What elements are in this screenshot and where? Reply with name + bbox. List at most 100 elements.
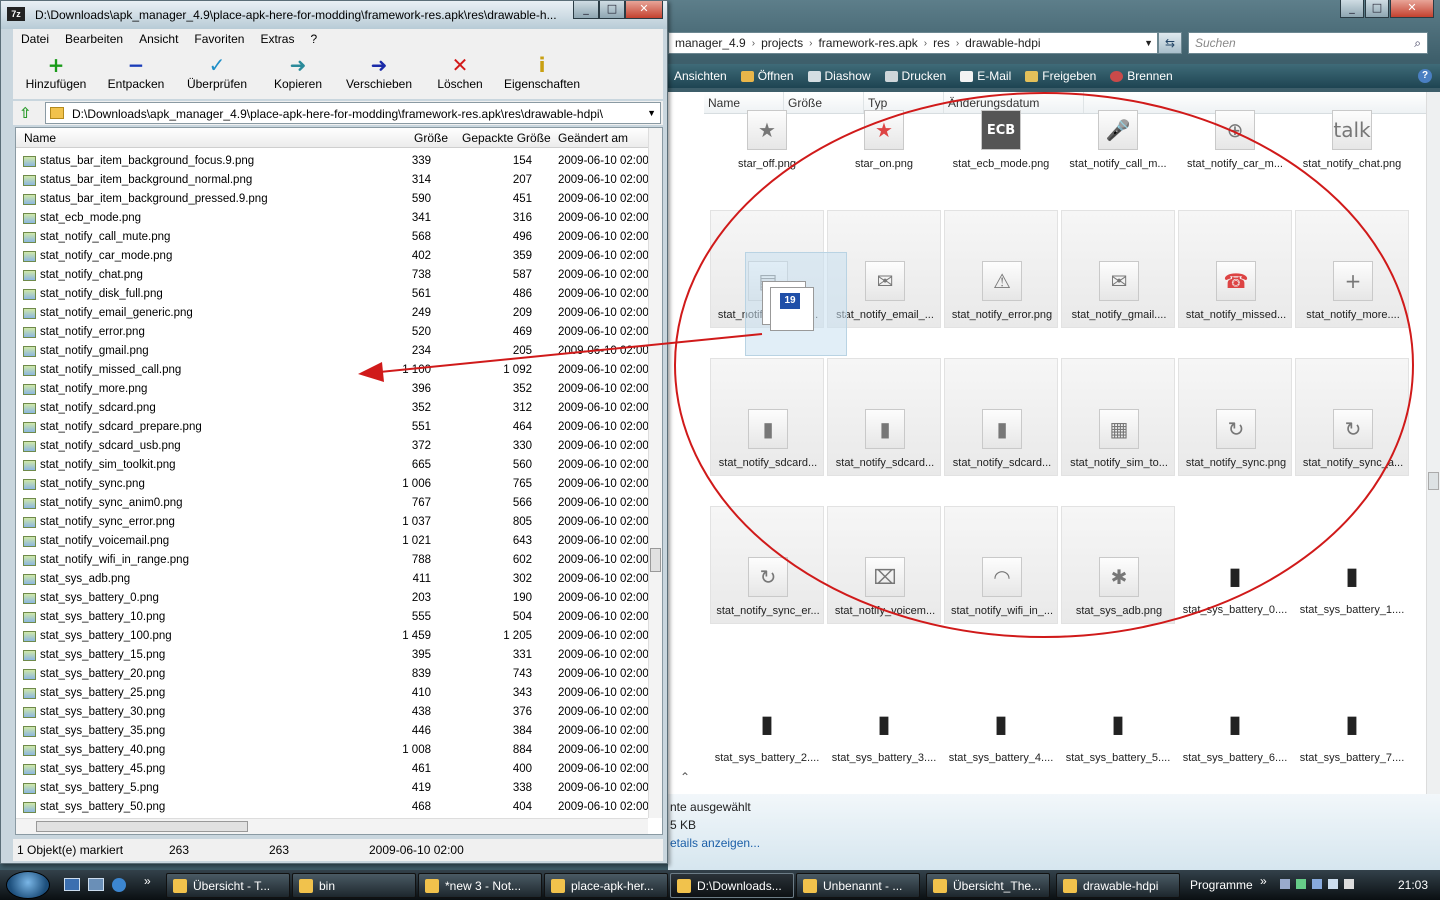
- file-row[interactable]: stat_notify_email_generic.png 249 209 2009-…: [16, 304, 649, 323]
- start-button[interactable]: [6, 871, 50, 899]
- file-tile[interactable]: ★ star_off.png: [710, 60, 824, 178]
- file-tile[interactable]: ↻ stat_notify_sync_a...: [1295, 358, 1409, 476]
- taskbar-button[interactable]: Übersicht - T...: [166, 873, 290, 898]
- menu-help[interactable]: ?: [302, 32, 325, 46]
- file-row[interactable]: stat_sys_adb.png 411 302 2009-06-10 02:00: [16, 570, 649, 589]
- switch-windows-icon[interactable]: [88, 878, 104, 891]
- file-tile[interactable]: ↻ stat_notify_sync_er...: [710, 506, 824, 624]
- menu-favorites[interactable]: Favoriten: [186, 32, 252, 46]
- file-row[interactable]: stat_notify_sim_toolkit.png 665 560 2009-06…: [16, 456, 649, 475]
- menu-edit[interactable]: Bearbeiten: [57, 32, 131, 46]
- breadcrumb-item[interactable]: drawable-hdpi: [959, 36, 1046, 50]
- file-tile[interactable]: ▦ stat_notify_sim_to...: [1061, 358, 1175, 476]
- file-row[interactable]: stat_notify_sync.png 1 006 765 2009-06-10 0…: [16, 475, 649, 494]
- programs-toolbar[interactable]: Programme: [1190, 878, 1253, 892]
- help-icon[interactable]: ?: [1418, 69, 1432, 83]
- taskbar-button[interactable]: bin: [292, 873, 416, 898]
- breadcrumb-item[interactable]: manager_4.9: [669, 36, 752, 50]
- taskbar-button[interactable]: drawable-hdpi: [1056, 873, 1180, 898]
- column-name[interactable]: Name: [24, 131, 56, 145]
- file-tile[interactable]: ◠ stat_notify_wifi_in_...: [944, 506, 1058, 624]
- taskbar-button[interactable]: Übersicht_The...: [926, 873, 1050, 898]
- file-row[interactable]: stat_notify_call_mute.png 568 496 2009-06-1…: [16, 228, 649, 247]
- folder-up-icon[interactable]: ⇧: [19, 104, 37, 122]
- volume-icon[interactable]: [1344, 879, 1354, 889]
- chevron-down-icon[interactable]: ▼: [1144, 38, 1153, 48]
- file-row[interactable]: status_bar_item_background_focus.9.png 33…: [16, 152, 649, 171]
- menu-extras[interactable]: Extras: [252, 32, 302, 46]
- column-size[interactable]: Größe: [414, 131, 448, 145]
- file-tile[interactable]: talk stat_notify_chat.png: [1295, 60, 1409, 178]
- list-vertical-scrollbar[interactable]: [648, 128, 662, 818]
- file-row[interactable]: stat_sys_battery_10.png 555 504 2009-06-10 …: [16, 608, 649, 627]
- file-tile[interactable]: ▮ stat_sys_battery_1....: [1295, 506, 1409, 624]
- minimize-button[interactable]: _: [1340, 0, 1364, 18]
- tray-icon[interactable]: [1280, 879, 1290, 889]
- file-row[interactable]: status_bar_item_background_pressed.9.png…: [16, 190, 649, 209]
- file-tile[interactable]: ⌧ stat_notify_voicem...: [827, 506, 941, 624]
- address-bar[interactable]: manager_4.9 › projects › framework-res.apk…: [668, 32, 1158, 54]
- menu-view[interactable]: Ansicht: [131, 32, 186, 46]
- taskbar-button[interactable]: *new 3 - Not...: [418, 873, 542, 898]
- close-button[interactable]: ✕: [625, 1, 663, 19]
- maximize-button[interactable]: □: [599, 1, 625, 19]
- chevron-down-icon[interactable]: ▼: [647, 108, 656, 118]
- file-tile[interactable]: ↻ stat_notify_sync.png: [1178, 358, 1292, 476]
- file-row[interactable]: stat_sys_battery_30.png 438 376 2009-06-10 …: [16, 703, 649, 722]
- taskbar-button[interactable]: D:\Downloads...: [670, 873, 794, 898]
- file-row[interactable]: stat_sys_battery_35.png 446 384 2009-06-10 …: [16, 722, 649, 741]
- chevron-up-icon[interactable]: ⌃: [680, 770, 690, 784]
- file-row[interactable]: stat_sys_battery_100.png 1 459 1 205 2009-0…: [16, 627, 649, 646]
- scroll-thumb[interactable]: [36, 821, 248, 832]
- file-row[interactable]: stat_notify_sdcard_usb.png 372 330 2009-06-…: [16, 437, 649, 456]
- file-tile[interactable]: ▮ stat_sys_battery_5....: [1061, 654, 1175, 772]
- file-tile[interactable]: ▮ stat_notify_sdcard...: [944, 358, 1058, 476]
- search-icon[interactable]: ⌕: [1414, 36, 1421, 51]
- chevron-double-right-icon[interactable]: »: [1260, 874, 1267, 888]
- clock[interactable]: 21:03: [1398, 878, 1428, 892]
- file-tile[interactable]: ECB stat_ecb_mode.png: [944, 60, 1058, 178]
- properties-button[interactable]: i Eigenschaften: [499, 49, 585, 99]
- file-tile[interactable]: ✱ stat_sys_adb.png: [1061, 506, 1175, 624]
- breadcrumb-item[interactable]: projects: [755, 36, 809, 50]
- file-tile[interactable]: ☎ stat_notify_missed...: [1178, 210, 1292, 328]
- file-tile[interactable]: ▮ stat_notify_sdcard...: [827, 358, 941, 476]
- refresh-icon[interactable]: ⇆: [1158, 32, 1182, 54]
- list-horizontal-scrollbar[interactable]: [16, 818, 648, 834]
- title-bar[interactable]: 7z D:\Downloads\apk_manager_4.9\place-ap…: [1, 1, 667, 29]
- show-details-link[interactable]: etails anzeigen...: [670, 836, 760, 850]
- search-input[interactable]: Suchen ⌕: [1188, 32, 1428, 54]
- file-tile[interactable]: ▮ stat_sys_battery_0....: [1178, 506, 1292, 624]
- file-row[interactable]: stat_sys_battery_45.png 461 400 2009-06-10 …: [16, 760, 649, 779]
- add-button[interactable]: + Hinzufügen: [17, 49, 95, 99]
- file-tile[interactable]: ✉ stat_notify_gmail....: [1061, 210, 1175, 328]
- file-row[interactable]: stat_notify_missed_call.png 1 100 1 092 200…: [16, 361, 649, 380]
- file-row[interactable]: stat_sys_battery_5.png 419 338 2009-06-10 0…: [16, 779, 649, 798]
- file-row[interactable]: stat_notify_sdcard.png 352 312 2009-06-10 0…: [16, 399, 649, 418]
- file-tile[interactable]: ▮ stat_sys_battery_2....: [710, 654, 824, 772]
- column-packed-size[interactable]: Gepackte Größe: [462, 131, 551, 145]
- test-button[interactable]: ✓ Überprüfen: [177, 49, 257, 99]
- browser-quicklaunch-icon[interactable]: [112, 878, 126, 892]
- delete-button[interactable]: ✕ Löschen: [427, 49, 493, 99]
- file-row[interactable]: stat_sys_battery_25.png 410 343 2009-06-10 …: [16, 684, 649, 703]
- chevron-double-right-icon[interactable]: »: [144, 874, 151, 888]
- file-tile[interactable]: 🎤 stat_notify_call_m...: [1061, 60, 1175, 178]
- breadcrumb-item[interactable]: res: [927, 36, 956, 50]
- scroll-thumb[interactable]: [650, 548, 661, 572]
- file-row[interactable]: stat_notify_sdcard_prepare.png 551 464 2009…: [16, 418, 649, 437]
- file-tile[interactable]: ▮ stat_notify_sdcard...: [710, 358, 824, 476]
- minimize-button[interactable]: _: [573, 1, 599, 19]
- close-button[interactable]: ✕: [1390, 0, 1434, 18]
- file-row[interactable]: stat_notify_chat.png 738 587 2009-06-10 02:…: [16, 266, 649, 285]
- file-tile[interactable]: + stat_notify_more....: [1295, 210, 1409, 328]
- menu-file[interactable]: Datei: [13, 32, 57, 46]
- tray-icon[interactable]: [1296, 879, 1306, 889]
- file-row[interactable]: stat_notify_sync_anim0.png 767 566 2009-06-…: [16, 494, 649, 513]
- breadcrumb-item[interactable]: framework-res.apk: [812, 36, 923, 50]
- file-row[interactable]: stat_sys_battery_50.png 468 404 2009-06-10 …: [16, 798, 649, 817]
- file-row[interactable]: status_bar_item_background_normal.png 314…: [16, 171, 649, 190]
- tray-icon[interactable]: [1312, 879, 1322, 889]
- show-desktop-icon[interactable]: [64, 878, 80, 891]
- extract-button[interactable]: − Entpacken: [99, 49, 173, 99]
